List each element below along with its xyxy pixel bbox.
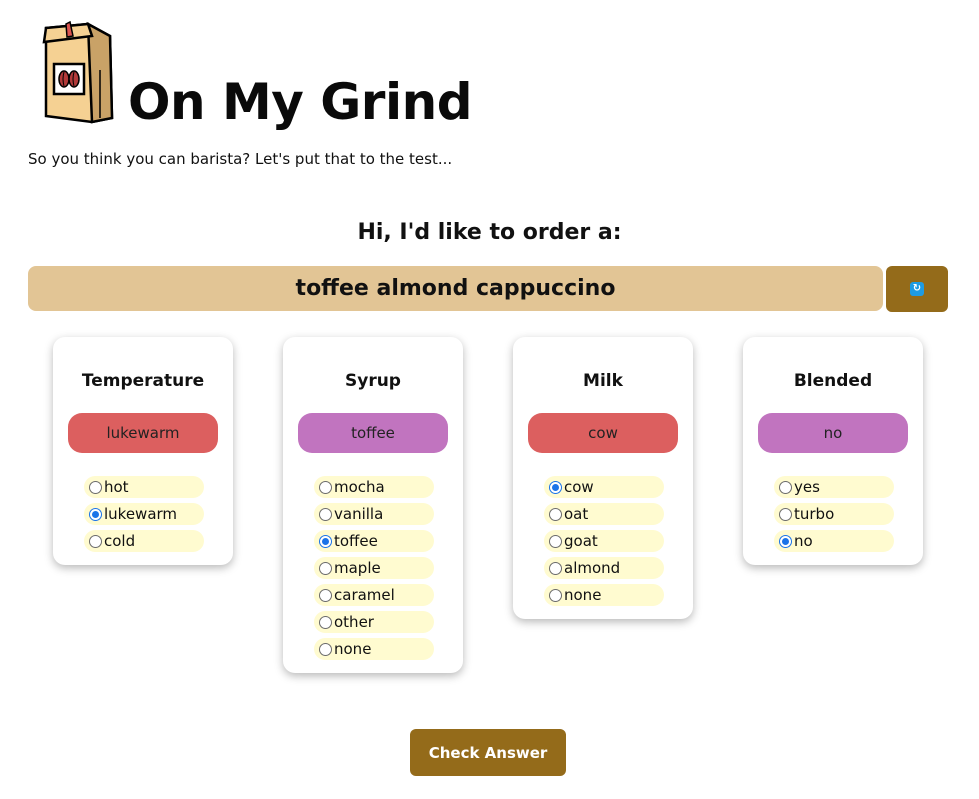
radio-button[interactable] (319, 642, 332, 656)
option-label: lukewarm (104, 505, 178, 523)
option-cow[interactable]: cow (544, 476, 664, 498)
option-lukewarm[interactable]: lukewarm (84, 503, 204, 525)
card-title: Milk (583, 371, 623, 391)
radio-button[interactable] (319, 615, 332, 629)
radio-button[interactable] (319, 507, 332, 521)
order-bar: toffee almond cappuccino (28, 266, 883, 311)
option-label: hot (104, 478, 129, 496)
option-label: almond (564, 559, 621, 577)
option-label: vanilla (334, 505, 384, 523)
radio-button[interactable] (549, 561, 562, 575)
option-label: none (564, 586, 602, 604)
card-title: Blended (793, 371, 873, 391)
option-toffee[interactable]: toffee (314, 530, 434, 552)
option-yes[interactable]: yes (774, 476, 894, 498)
option-label: yes (794, 478, 820, 496)
radio-button[interactable] (89, 534, 102, 548)
selected-value-pill: toffee (298, 413, 448, 453)
option-maple[interactable]: maple (314, 557, 434, 579)
option-turbo[interactable]: turbo (774, 503, 894, 525)
tagline: So you think you can barista? Let's put … (28, 150, 453, 168)
radio-button[interactable] (89, 507, 102, 521)
order-prompt: Hi, I'd like to order a: (357, 220, 622, 245)
option-no[interactable]: no (774, 530, 894, 552)
header: On My Grind (40, 18, 640, 131)
radio-button[interactable] (549, 534, 562, 548)
card-blended: Blended no yes turbo no (743, 337, 923, 565)
option-label: maple (334, 559, 381, 577)
option-hot[interactable]: hot (84, 476, 204, 498)
card-title: Syrup (345, 371, 401, 391)
option-label: none (334, 640, 372, 658)
option-label: cow (564, 478, 594, 496)
card-syrup: Syrup toffee mocha vanilla toffee maple carame… (283, 337, 463, 673)
option-mocha[interactable]: mocha (314, 476, 434, 498)
radio-button[interactable] (779, 480, 792, 494)
radio-button[interactable] (549, 480, 562, 494)
option-other[interactable]: other (314, 611, 434, 633)
radio-button[interactable] (89, 480, 102, 494)
radio-button[interactable] (319, 480, 332, 494)
card-milk: Milk cow cow oat goat almond none (513, 337, 693, 619)
option-list: mocha vanilla toffee maple caramel other none (314, 476, 434, 665)
option-label: turbo (794, 505, 835, 523)
selected-value-pill: cow (528, 413, 678, 453)
selected-value-pill: lukewarm (68, 413, 218, 453)
option-label: caramel (334, 586, 395, 604)
option-caramel[interactable]: caramel (314, 584, 434, 606)
radio-button[interactable] (779, 534, 792, 548)
option-label: oat (564, 505, 589, 523)
radio-button[interactable] (319, 561, 332, 575)
selected-value-pill: no (758, 413, 908, 453)
option-list: cow oat goat almond none (544, 476, 664, 611)
option-list: yes turbo no (774, 476, 894, 557)
option-label: mocha (334, 478, 385, 496)
radio-button[interactable] (549, 588, 562, 602)
card-temperature: Temperature lukewarm hot lukewarm cold (53, 337, 233, 565)
option-oat[interactable]: oat (544, 503, 664, 525)
option-label: no (794, 532, 813, 550)
option-vanilla[interactable]: vanilla (314, 503, 434, 525)
radio-button[interactable] (319, 588, 332, 602)
option-label: other (334, 613, 374, 631)
option-almond[interactable]: almond (544, 557, 664, 579)
option-label: cold (104, 532, 136, 550)
check-answer-button[interactable]: Check Answer (410, 729, 566, 776)
refresh-icon: ↻ (910, 282, 924, 296)
radio-button[interactable] (549, 507, 562, 521)
app-title: On My Grind (128, 73, 473, 131)
option-cold[interactable]: cold (84, 530, 204, 552)
radio-button[interactable] (319, 534, 332, 548)
card-title: Temperature (81, 371, 205, 391)
radio-button[interactable] (779, 507, 792, 521)
coffee-bag-icon (42, 20, 114, 124)
option-list: hot lukewarm cold (84, 476, 204, 557)
option-label: toffee (334, 532, 378, 550)
option-goat[interactable]: goat (544, 530, 664, 552)
option-none[interactable]: none (544, 584, 664, 606)
option-none[interactable]: none (314, 638, 434, 660)
refresh-order-button[interactable]: ↻ (886, 266, 948, 312)
option-label: goat (564, 532, 598, 550)
drink-order-text: toffee almond cappuccino (295, 276, 616, 301)
